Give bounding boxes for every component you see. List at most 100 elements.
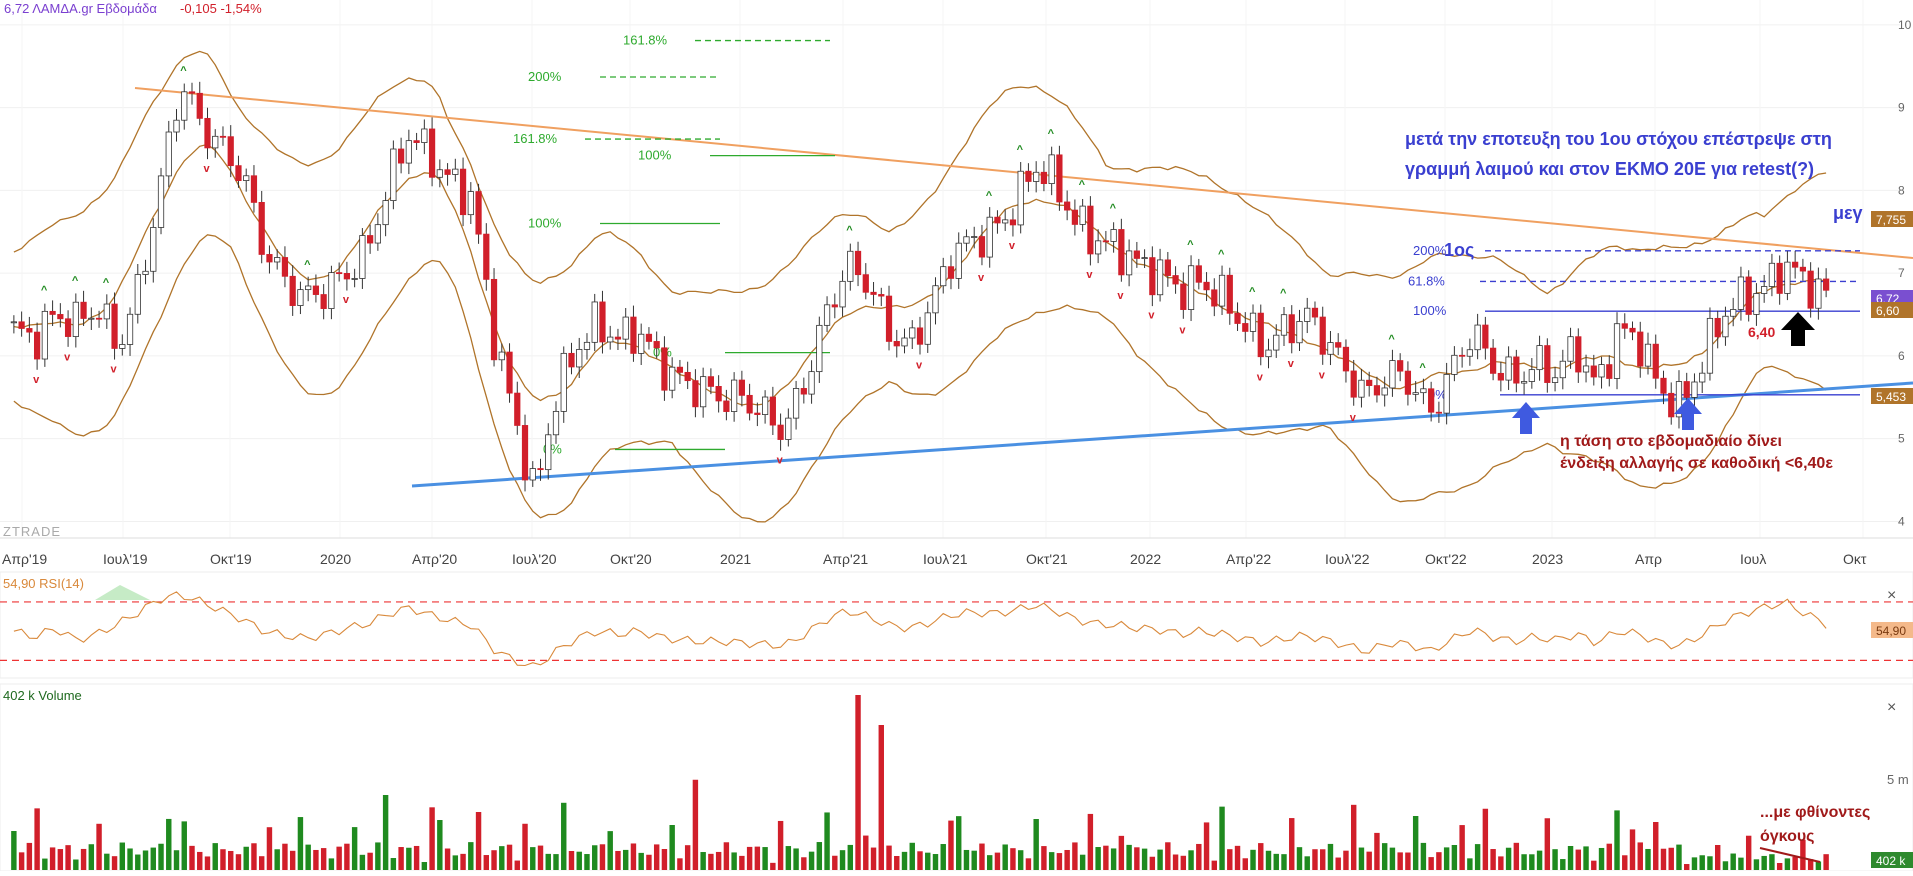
fractal-up-icon: ^ (986, 190, 993, 202)
volume-bar-down (1653, 822, 1659, 870)
candle-up (1761, 286, 1768, 294)
volume-bar-down (1149, 856, 1156, 870)
candle-up (212, 135, 219, 149)
x-tick-label: Οκτ'22 (1425, 551, 1467, 567)
close-icon[interactable]: × (1887, 699, 1896, 716)
candle-up (1249, 312, 1257, 332)
candle-down (676, 366, 684, 373)
candle-up (1218, 274, 1226, 307)
volume-bar-up (1614, 810, 1620, 870)
volume-bar-down (801, 857, 807, 870)
x-tick-label: Οκτ'19 (210, 551, 252, 567)
volume-bar-down (715, 851, 722, 870)
x-tick-label: Ιουλ'22 (1325, 551, 1370, 567)
volume-bar-down (1714, 844, 1721, 870)
candle-down (1335, 342, 1342, 348)
candle-up (10, 321, 17, 324)
y-tick-label: 8 (1898, 183, 1905, 197)
candle-down (1606, 364, 1613, 379)
badge-bb-upper: 7,755 (1876, 213, 1906, 227)
candle-up (591, 301, 598, 343)
volume-bar-down (770, 862, 776, 870)
candle-down (235, 165, 242, 181)
fractal-down-icon: v (1148, 310, 1155, 322)
volume-bar-up (1219, 806, 1225, 870)
volume-bar-up (785, 846, 792, 870)
volume-bar-down (444, 848, 451, 870)
candle-down (1513, 356, 1520, 384)
fib-prefix-label: 1ος (1444, 240, 1474, 260)
volume-bar-up (1110, 848, 1117, 870)
volume-bar-up (553, 854, 559, 870)
candle-down (1544, 345, 1551, 383)
candle-down (738, 379, 745, 396)
candle-up (1304, 307, 1311, 322)
candle-down (227, 136, 234, 167)
volume-bar-down (1591, 860, 1597, 870)
volume-bar-up (1420, 842, 1427, 870)
volume-bar-up (986, 855, 993, 870)
volume-bar-up (1157, 849, 1163, 870)
volume-bar-down (1118, 835, 1125, 870)
fractal-down-icon: v (1179, 325, 1186, 337)
candle-down (1350, 370, 1357, 398)
candle-down (1745, 276, 1752, 315)
volume-bar-down (1629, 829, 1636, 870)
candle-up (909, 327, 916, 339)
candle-up (134, 274, 141, 315)
candle-down (994, 216, 1001, 224)
volume-bar-up (824, 812, 830, 870)
target-label: μεγ (1833, 203, 1863, 223)
candle-down (1149, 257, 1156, 296)
candle-up (1110, 229, 1117, 242)
volume-bar-up (1722, 861, 1729, 870)
candle-up (1582, 365, 1590, 373)
volume-bar-down (413, 845, 420, 870)
candle-up (1079, 205, 1086, 225)
candle-up (351, 278, 358, 280)
candle-down (250, 175, 258, 203)
volume-bar-up (963, 849, 970, 870)
volume-bar-up (561, 802, 567, 870)
volume-bar-up (932, 854, 939, 870)
badge-bb-lower: 5,453 (1876, 390, 1906, 404)
candle-down (514, 392, 521, 426)
volume-bar-up (816, 842, 823, 870)
candle-up (1784, 261, 1791, 294)
candle-down (111, 303, 118, 349)
candle-up (823, 304, 831, 326)
volume-bar-down (49, 847, 56, 870)
candle-down (568, 352, 575, 368)
volume-bar-up (1451, 844, 1458, 870)
volume-bar-up (1552, 849, 1558, 870)
volume-bar-up (1645, 848, 1651, 870)
volume-bar-up (119, 842, 126, 870)
candle-up (181, 91, 188, 121)
fib-label: 200% (528, 69, 562, 84)
chart-stage: 161.8%200%161.8%100%100%0%0%200%61.8%100… (0, 0, 1913, 872)
fib-label: 161.8% (513, 131, 558, 146)
volume-bar-down (235, 854, 242, 870)
candle-down (1489, 347, 1497, 374)
volume-bar-down (599, 844, 606, 870)
candle-up (103, 303, 110, 320)
volume-bar-up (971, 850, 977, 870)
annotation-top-1: μετά την εποτευξη του 1ου στόχου επέστρε… (1405, 129, 1832, 150)
volume-bar-up (545, 853, 551, 870)
annotation-trend-1: η τάση στο εβδομαδιαίο δίνει (1560, 433, 1782, 450)
candle-up (374, 224, 381, 244)
volume-bar-down (684, 845, 691, 870)
candle-down (831, 304, 838, 308)
candle-down (1288, 314, 1295, 344)
candle-up (1125, 250, 1133, 276)
candle-down (18, 321, 25, 329)
candle-down (289, 275, 296, 306)
candle-down (1459, 354, 1466, 357)
fractal-up-icon: ^ (72, 275, 79, 287)
x-tick-label: Οκτ'21 (1026, 551, 1068, 567)
volume-bar-up (1381, 843, 1388, 870)
candle-up (1095, 240, 1102, 255)
volume-bar-up (1188, 850, 1194, 870)
x-tick-label: 2022 (1130, 551, 1161, 567)
fractal-up-icon: ^ (1388, 334, 1395, 346)
